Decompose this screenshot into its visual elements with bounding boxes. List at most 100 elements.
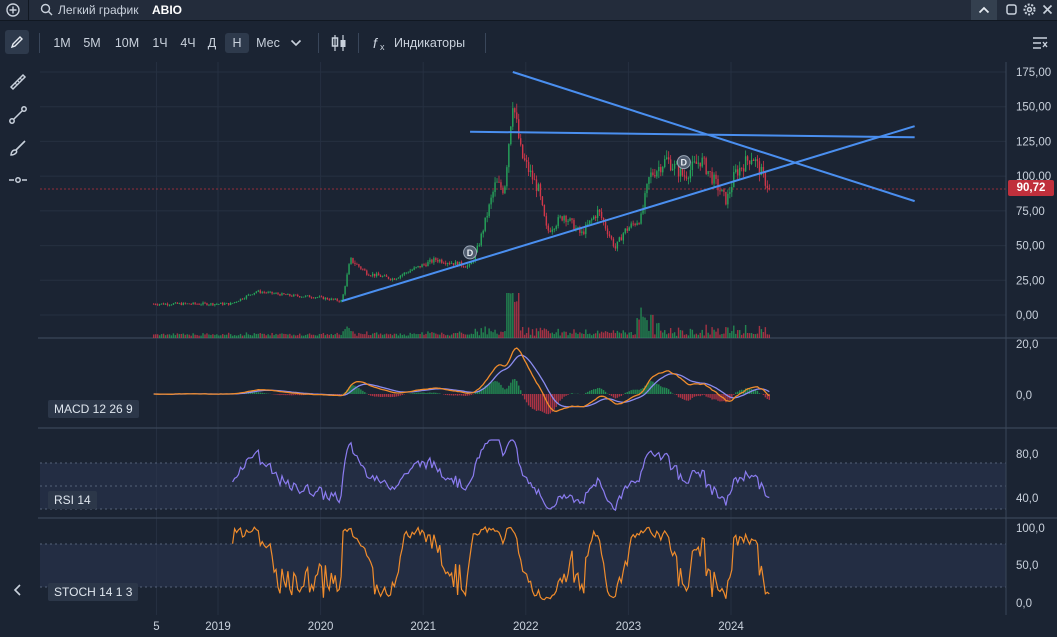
plus-circle-icon[interactable]: [6, 3, 20, 17]
search-icon[interactable]: [40, 3, 53, 16]
candle-body: [535, 179, 538, 192]
volume-bar: [606, 331, 609, 338]
horizontal-line-icon[interactable]: [8, 170, 28, 190]
ruler-icon[interactable]: [8, 72, 28, 92]
macd-histogram-bar: [618, 394, 621, 397]
macd-histogram-bar: [638, 389, 640, 394]
candle-body: [642, 208, 644, 214]
macd-histogram-bar: [308, 394, 311, 395]
volume-bar: [523, 334, 526, 338]
macd-histogram-bar: [557, 394, 559, 404]
macd-histogram-bar: [719, 394, 721, 402]
macd-histogram-bar: [547, 394, 550, 415]
macd-histogram-bar: [251, 392, 254, 394]
stoch-label[interactable]: STOCH 14 1 3: [48, 583, 139, 601]
volume-bar: [525, 333, 528, 338]
ticker-label[interactable]: ABIO: [152, 3, 182, 17]
svg-text:f: f: [373, 35, 379, 51]
candle-body: [395, 278, 398, 280]
timeframe-day-button[interactable]: Д: [203, 33, 221, 53]
volume-bar: [194, 334, 196, 338]
candle-body: [756, 159, 759, 162]
volume-bar: [204, 334, 206, 338]
window-icon[interactable]: [1006, 4, 1017, 15]
candle-body: [579, 227, 581, 233]
timeframe-month-button[interactable]: Мес: [253, 33, 283, 53]
trendline-ascending: [341, 125, 915, 303]
close-icon[interactable]: [1042, 4, 1053, 15]
candle-body: [208, 304, 210, 306]
candle-body: [220, 302, 222, 304]
candle-body: [421, 264, 423, 268]
macd-histogram-bar: [486, 384, 488, 394]
brush-icon[interactable]: [8, 138, 28, 158]
macd-histogram-bar: [527, 394, 530, 406]
volume-bar: [210, 334, 212, 338]
macd-histogram-bar: [377, 394, 380, 397]
rsi-label[interactable]: RSI 14: [48, 491, 97, 509]
candle-body: [658, 166, 660, 172]
candle-body: [259, 290, 261, 293]
fx-icon[interactable]: f x: [373, 35, 391, 51]
volume-bar: [324, 335, 327, 338]
candlestick-icon[interactable]: [331, 34, 347, 52]
candle-body: [214, 304, 216, 306]
volume-bar: [622, 330, 624, 338]
candle-body: [283, 293, 285, 295]
macd-histogram-bar: [612, 394, 615, 398]
candle-body: [241, 298, 244, 300]
macd-histogram-bar: [344, 392, 346, 394]
macd-histogram-bar: [512, 379, 514, 394]
timeframe-1m-button[interactable]: 1М: [50, 33, 74, 53]
candle-body: [257, 290, 259, 292]
stoch-band: [40, 544, 1006, 587]
macd-signal-line: [153, 354, 770, 408]
macd-histogram-bar: [756, 390, 759, 394]
volume-bar: [616, 330, 619, 338]
macd-histogram-bar: [332, 394, 334, 395]
candle-body: [302, 296, 305, 298]
candle-body: [253, 292, 256, 295]
volume-bar: [687, 335, 690, 338]
time-tick-label: 2019: [205, 621, 231, 633]
indicators-button[interactable]: Индикаторы: [394, 33, 472, 53]
macd-histogram-bar: [291, 394, 293, 396]
candle-body: [486, 216, 488, 218]
candle-body: [330, 298, 332, 300]
rsi-band: [40, 463, 1006, 509]
timeframe-10m-button[interactable]: 10М: [112, 33, 142, 53]
volume-bar: [555, 332, 557, 338]
macd-histogram-bar: [255, 392, 258, 394]
candle-body: [372, 273, 374, 276]
macd-histogram-bar: [754, 390, 757, 394]
volume-bar: [192, 333, 194, 338]
collapse-button[interactable]: [971, 0, 997, 20]
volume-bar: [206, 333, 208, 338]
candle-body: [565, 216, 567, 222]
volume-bar: [334, 334, 336, 338]
macd-histogram-bar: [488, 383, 490, 394]
volume-bar: [671, 333, 674, 338]
drawing-mode-button[interactable]: [5, 30, 29, 54]
chevron-left-icon[interactable]: [8, 580, 28, 600]
search-field-label[interactable]: Легкий график: [58, 3, 138, 17]
volume-bar: [669, 328, 672, 338]
volume-bar: [389, 333, 392, 338]
timeframe-1h-button[interactable]: 1Ч: [148, 33, 172, 53]
volume-bar: [585, 329, 587, 338]
chevron-down-icon[interactable]: [290, 38, 302, 48]
macd-label[interactable]: MACD 12 26 9: [48, 400, 139, 418]
trendline-icon[interactable]: [8, 105, 28, 125]
macd-histogram-bar: [559, 394, 561, 401]
timeframe-4h-button[interactable]: 4Ч: [176, 33, 200, 53]
gear-icon[interactable]: [1023, 3, 1036, 16]
menu-close-icon[interactable]: [1032, 36, 1048, 50]
timeframe-5m-button[interactable]: 5М: [80, 33, 104, 53]
price-chart[interactable]: DD 175,00150,00125,00100,0075,0050,0025,…: [0, 0, 1057, 637]
timeframe-week-button[interactable]: Н: [225, 33, 249, 53]
candle-body: [186, 303, 188, 305]
volume-bar: [596, 330, 599, 338]
candle-body: [336, 298, 338, 301]
candle-body: [281, 293, 283, 296]
volume-bar: [208, 334, 210, 338]
